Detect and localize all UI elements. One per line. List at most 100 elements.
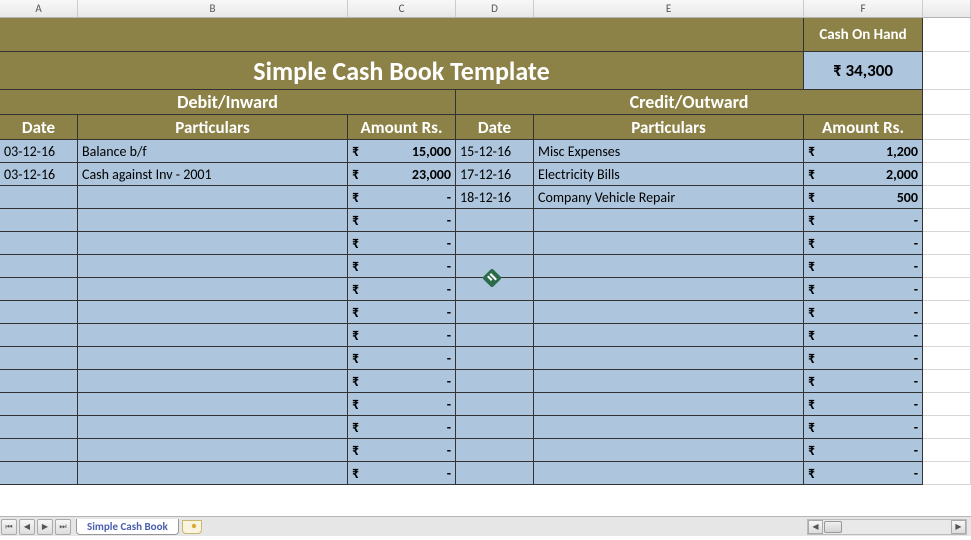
credit-amount-cell[interactable]: ₹-: [804, 209, 923, 232]
credit-date-cell[interactable]: 17-12-16: [456, 163, 534, 186]
credit-particulars-cell[interactable]: [534, 347, 804, 370]
debit-date-cell[interactable]: 03-12-16: [0, 163, 78, 186]
debit-particulars-cell[interactable]: [78, 255, 348, 278]
scroll-right-button[interactable]: ▶: [951, 520, 966, 534]
credit-date-cell[interactable]: [456, 209, 534, 232]
debit-amount-cell[interactable]: ₹23,000: [348, 163, 456, 186]
debit-amount-cell[interactable]: ₹-: [348, 347, 456, 370]
credit-date-cell[interactable]: [456, 439, 534, 462]
debit-particulars-cell[interactable]: [78, 301, 348, 324]
credit-amount-cell[interactable]: ₹-: [804, 347, 923, 370]
debit-amount-cell[interactable]: ₹-: [348, 232, 456, 255]
credit-amount-cell[interactable]: ₹-: [804, 370, 923, 393]
scroll-track[interactable]: [823, 520, 951, 534]
sheet-tab-active[interactable]: Simple Cash Book: [76, 519, 179, 535]
column-header-E[interactable]: E: [534, 0, 804, 17]
debit-particulars-cell[interactable]: [78, 209, 348, 232]
credit-particulars-cell[interactable]: [534, 393, 804, 416]
credit-amount-cell[interactable]: ₹-: [804, 301, 923, 324]
debit-amount-cell[interactable]: ₹-: [348, 255, 456, 278]
debit-particulars-cell[interactable]: Cash against Inv - 2001: [78, 163, 348, 186]
debit-date-cell[interactable]: [0, 462, 78, 485]
column-header-D[interactable]: D: [456, 0, 534, 17]
debit-date-cell[interactable]: [0, 186, 78, 209]
debit-date-cell[interactable]: [0, 439, 78, 462]
credit-particulars-cell[interactable]: [534, 324, 804, 347]
debit-particulars-cell[interactable]: [78, 393, 348, 416]
credit-date-cell[interactable]: [456, 301, 534, 324]
credit-date-cell[interactable]: 15-12-16: [456, 140, 534, 163]
tab-nav-last[interactable]: ⏭: [55, 519, 71, 535]
column-header-F[interactable]: F: [804, 0, 923, 17]
debit-amount-cell[interactable]: ₹15,000: [348, 140, 456, 163]
debit-particulars-cell[interactable]: [78, 462, 348, 485]
credit-date-cell[interactable]: [456, 462, 534, 485]
credit-date-cell[interactable]: [456, 324, 534, 347]
column-header-A[interactable]: A: [0, 0, 78, 17]
debit-amount-cell[interactable]: ₹-: [348, 416, 456, 439]
debit-amount-cell[interactable]: ₹-: [348, 301, 456, 324]
debit-amount-cell[interactable]: ₹-: [348, 370, 456, 393]
new-sheet-button[interactable]: [182, 520, 202, 534]
debit-particulars-cell[interactable]: [78, 439, 348, 462]
credit-amount-cell[interactable]: ₹2,000: [804, 163, 923, 186]
credit-date-cell[interactable]: [456, 232, 534, 255]
credit-particulars-cell[interactable]: [534, 416, 804, 439]
credit-amount-cell[interactable]: ₹-: [804, 439, 923, 462]
credit-date-cell[interactable]: 18-12-16: [456, 186, 534, 209]
debit-date-cell[interactable]: [0, 416, 78, 439]
column-header-C[interactable]: C: [348, 0, 456, 17]
credit-particulars-cell[interactable]: Misc Expenses: [534, 140, 804, 163]
debit-date-cell[interactable]: [0, 255, 78, 278]
tab-nav-prev[interactable]: ◀: [19, 519, 35, 535]
credit-particulars-cell[interactable]: [534, 232, 804, 255]
credit-particulars-cell[interactable]: [534, 462, 804, 485]
credit-amount-cell[interactable]: ₹-: [804, 416, 923, 439]
credit-amount-cell[interactable]: ₹-: [804, 324, 923, 347]
debit-date-cell[interactable]: [0, 347, 78, 370]
credit-date-cell[interactable]: [456, 370, 534, 393]
debit-amount-cell[interactable]: ₹-: [348, 278, 456, 301]
credit-amount-cell[interactable]: ₹-: [804, 462, 923, 485]
debit-amount-cell[interactable]: ₹-: [348, 186, 456, 209]
debit-particulars-cell[interactable]: Balance b/f: [78, 140, 348, 163]
debit-particulars-cell[interactable]: [78, 347, 348, 370]
scroll-thumb[interactable]: [824, 521, 842, 533]
debit-particulars-cell[interactable]: [78, 278, 348, 301]
horizontal-scrollbar[interactable]: ◀ ▶: [807, 519, 967, 535]
credit-particulars-cell[interactable]: [534, 301, 804, 324]
tab-nav-next[interactable]: ▶: [37, 519, 53, 535]
debit-amount-cell[interactable]: ₹-: [348, 439, 456, 462]
credit-amount-cell[interactable]: ₹500: [804, 186, 923, 209]
credit-amount-cell[interactable]: ₹-: [804, 232, 923, 255]
tab-nav-first[interactable]: ⏮: [1, 519, 17, 535]
credit-date-cell[interactable]: [456, 393, 534, 416]
scroll-left-button[interactable]: ◀: [808, 520, 823, 534]
debit-date-cell[interactable]: [0, 370, 78, 393]
credit-particulars-cell[interactable]: [534, 209, 804, 232]
debit-particulars-cell[interactable]: [78, 370, 348, 393]
credit-particulars-cell[interactable]: [534, 255, 804, 278]
debit-amount-cell[interactable]: ₹-: [348, 209, 456, 232]
credit-amount-cell[interactable]: ₹-: [804, 255, 923, 278]
credit-date-cell[interactable]: [456, 416, 534, 439]
debit-date-cell[interactable]: 03-12-16: [0, 140, 78, 163]
debit-date-cell[interactable]: [0, 209, 78, 232]
credit-particulars-cell[interactable]: Electricity Bills: [534, 163, 804, 186]
debit-date-cell[interactable]: [0, 278, 78, 301]
debit-date-cell[interactable]: [0, 301, 78, 324]
debit-particulars-cell[interactable]: [78, 232, 348, 255]
debit-amount-cell[interactable]: ₹-: [348, 393, 456, 416]
debit-amount-cell[interactable]: ₹-: [348, 462, 456, 485]
credit-particulars-cell[interactable]: Company Vehicle Repair: [534, 186, 804, 209]
debit-amount-cell[interactable]: ₹-: [348, 324, 456, 347]
debit-particulars-cell[interactable]: [78, 324, 348, 347]
debit-particulars-cell[interactable]: [78, 416, 348, 439]
credit-particulars-cell[interactable]: [534, 439, 804, 462]
credit-amount-cell[interactable]: ₹-: [804, 393, 923, 416]
debit-date-cell[interactable]: [0, 232, 78, 255]
credit-date-cell[interactable]: [456, 347, 534, 370]
credit-amount-cell[interactable]: ₹1,200: [804, 140, 923, 163]
credit-particulars-cell[interactable]: [534, 278, 804, 301]
credit-particulars-cell[interactable]: [534, 370, 804, 393]
